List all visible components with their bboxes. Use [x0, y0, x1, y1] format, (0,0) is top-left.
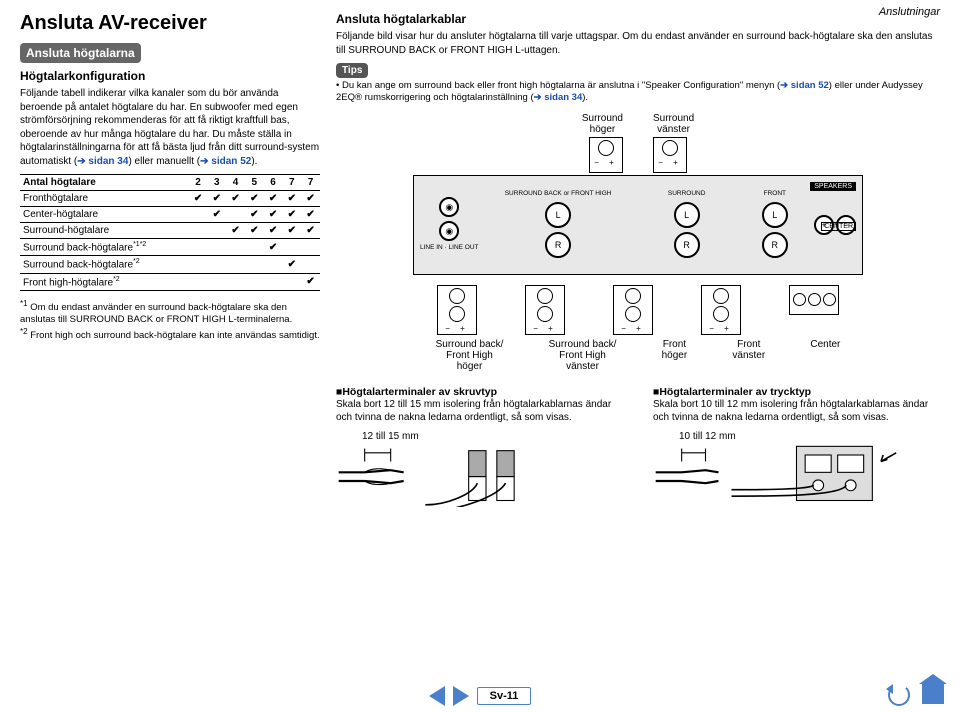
section-category: Anslutningar	[879, 6, 940, 18]
speaker-icon: − +	[653, 137, 687, 173]
home-icon[interactable]	[922, 684, 944, 704]
speaker-label: Center	[810, 339, 840, 372]
terminal-group: SURROUNDLR	[668, 191, 706, 258]
speaker-icon: − +	[613, 285, 653, 335]
table-row: Surround back-högtalare*2✔	[20, 256, 320, 273]
speaker-icon: − +	[589, 137, 623, 173]
tips-link-52[interactable]: ➔ sidan 52	[780, 80, 829, 91]
prev-page-button[interactable]	[429, 686, 445, 706]
back-icon[interactable]	[888, 684, 910, 706]
rca-icon: ◉	[439, 197, 459, 217]
badge-center: CENTER	[821, 222, 856, 231]
rca-icon: ◉	[439, 221, 459, 241]
label-surround-left: Surround vänster	[653, 113, 694, 135]
dim-label-left: 12 till 15 mm	[362, 431, 623, 442]
badge-speakers: SPEAKERS	[810, 182, 856, 191]
page-number: Sv-11	[477, 687, 532, 705]
page-body: Ansluta AV-receiver Ansluta högtalarna H…	[0, 0, 960, 550]
screw-terminal-section: ■Högtalarterminaler av skruvtyp Skala bo…	[336, 386, 623, 510]
speaker-label: Front höger	[662, 339, 688, 372]
speaker-label: Surround back/ Front High vänster	[549, 339, 617, 372]
footer-right	[888, 684, 944, 706]
tips-text: • Du kan ange om surround back eller fro…	[336, 80, 940, 105]
right-paragraph: Följande bild visar hur du ansluter högt…	[336, 30, 940, 57]
right-heading: Ansluta högtalarkablar	[336, 12, 940, 26]
speaker-icon: − +	[525, 285, 565, 335]
table-row: Front high-högtalare*2✔	[20, 273, 320, 290]
speaker-icon: − +	[437, 285, 477, 335]
speaker-config-table: Antal högtalare2345677 Fronthögtalare✔✔✔…	[20, 174, 320, 291]
terminal-instructions: ■Högtalarterminaler av skruvtyp Skala bo…	[336, 386, 940, 510]
link-page52[interactable]: ➔ sidan 52	[200, 156, 251, 167]
footnotes: *1 Om du endast använder en surround bac…	[20, 299, 320, 342]
table-row: Surround back-högtalare*1*2✔	[20, 239, 320, 256]
push-terminal-section: ■Högtalarterminaler av trycktyp Skala bo…	[653, 386, 940, 510]
terminal-group: SURROUND BACK or FRONT HIGHLR	[505, 191, 612, 258]
link-page34[interactable]: ➔ sidan 34	[77, 156, 128, 167]
table-row: Surround-högtalare✔✔✔✔✔	[20, 223, 320, 239]
dim-label-right: 10 till 12 mm	[679, 431, 940, 442]
speaker-icon-center	[789, 285, 839, 315]
tips-label: Tips	[336, 63, 368, 78]
wire-diagram-push	[653, 442, 940, 507]
table-row: Fronthögtalare✔✔✔✔✔✔✔	[20, 191, 320, 207]
sub-heading: Högtalarkonfiguration	[20, 69, 320, 83]
speaker-row: − + − + − + − +	[413, 285, 863, 335]
speaker-label: Surround back/ Front High höger	[436, 339, 504, 372]
connection-diagram: Surround höger Surround vänster − + − + …	[413, 113, 863, 372]
footer: Sv-11	[0, 686, 960, 706]
page-title: Ansluta AV-receiver	[20, 12, 320, 35]
rca-jacks: ◉ ◉ LINE IN · LINE OUT	[420, 197, 479, 252]
speaker-label: Front vänster	[732, 339, 765, 372]
left-column: Ansluta AV-receiver Ansluta högtalarna H…	[20, 12, 320, 510]
speaker-icon: − +	[701, 285, 741, 335]
receiver-panel: SPEAKERS CENTER ◉ ◉ LINE IN · LINE OUT S…	[413, 175, 863, 275]
terminal-group: FRONTLR	[762, 191, 788, 258]
label-surround-right: Surround höger	[582, 113, 623, 135]
section-box: Ansluta högtalarna	[20, 43, 141, 63]
tips-link-34[interactable]: ➔ sidan 34	[534, 92, 583, 103]
right-column: Ansluta högtalarkablar Följande bild vis…	[336, 12, 940, 510]
table-row: Center-högtalare✔✔✔✔✔	[20, 207, 320, 223]
nav-arrows	[429, 686, 469, 706]
wire-diagram-screw	[336, 442, 623, 507]
intro-paragraph: Följande tabell indikerar vilka kanaler …	[20, 87, 320, 168]
next-page-button[interactable]	[453, 686, 469, 706]
